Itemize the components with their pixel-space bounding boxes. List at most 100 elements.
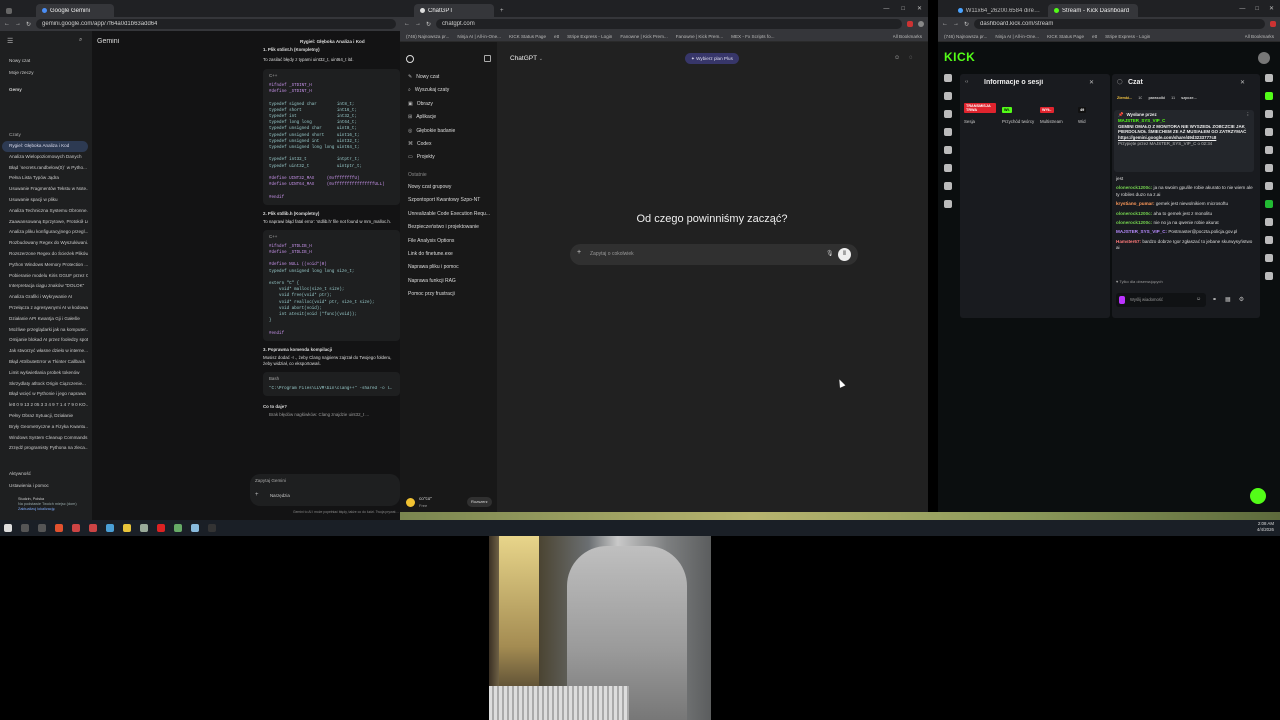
- forward-icon[interactable]: →: [15, 21, 21, 27]
- link-icon[interactable]: [944, 92, 952, 100]
- chat-username[interactable]: MAJSTER_SYS_VIP_C:: [1116, 229, 1167, 234]
- upgrade-plus-button[interactable]: ✦ Wybierz plan Plus: [685, 53, 739, 64]
- sidebar-chat-item[interactable]: Usuwanie spacji w pliku: [2, 195, 88, 206]
- kick-tab-directory[interactable]: W11x64_26200.6584 directory: [952, 4, 1048, 17]
- recent-chat-item[interactable]: Link do finetune.exe: [402, 248, 496, 261]
- gemini-tab[interactable]: Google Gemini: [36, 4, 114, 17]
- search-icon[interactable]: ⌕: [79, 37, 82, 44]
- sidebar-chat-item[interactable]: Limit wyświetlania probek tokenów: [2, 368, 88, 379]
- chatgpt-nav-item[interactable]: ⌘ Codex: [402, 138, 496, 151]
- export-icon[interactable]: [944, 200, 952, 208]
- share-icon[interactable]: [1265, 272, 1273, 280]
- sidebar-chat-item[interactable]: Pełna Lista Typów Jądra: [2, 173, 88, 184]
- bookmark-item[interactable]: Fanowne | Kick Prem...: [676, 34, 723, 39]
- recent-chat-item[interactable]: Bezpieczeństwo i projektowanie: [402, 221, 496, 234]
- chatgpt-nav-item[interactable]: ✎ Nowy czat: [402, 71, 496, 84]
- files-icon[interactable]: [38, 524, 46, 532]
- sidebar-chat-item[interactable]: Błąd `secrets.randbelow(0)` w Pytho...: [2, 163, 88, 174]
- tools-icon[interactable]: [944, 164, 952, 172]
- recent-chat-item[interactable]: Nowy czat grupowy: [402, 181, 496, 194]
- kick-avatar[interactable]: [1258, 52, 1270, 64]
- back-icon[interactable]: ←: [404, 21, 410, 27]
- chat-tab[interactable]: szpcze...: [1181, 96, 1197, 104]
- recent-chat-item[interactable]: Unrealizable Code Execution Requ...: [402, 208, 496, 221]
- people-icon[interactable]: [1265, 146, 1273, 154]
- close-panel-icon[interactable]: [1265, 128, 1273, 136]
- app-icon[interactable]: [89, 524, 97, 532]
- gems-header[interactable]: Gemy: [2, 85, 90, 96]
- forward-icon[interactable]: →: [953, 21, 959, 27]
- model-selector[interactable]: ChatGPT ⌄: [510, 55, 543, 62]
- all-bookmarks-button[interactable]: All Bookmarks: [1245, 34, 1274, 39]
- link-icon[interactable]: ⚭: [1212, 296, 1217, 303]
- bookmark-item[interactable]: Ninja AI | All-in-One...: [457, 34, 501, 39]
- chrome-icon[interactable]: [123, 524, 131, 532]
- sidebar-toggle-icon[interactable]: [484, 55, 491, 62]
- settings-icon[interactable]: [1265, 182, 1273, 190]
- layout-icon[interactable]: [1265, 110, 1273, 118]
- sidebar-chat-item[interactable]: Pełny Obraz Sytuacji, Działanie: [2, 411, 88, 422]
- brave-icon[interactable]: [55, 524, 63, 532]
- upgrade-small-button[interactable]: Rozszerz: [467, 497, 492, 507]
- sidebar-chat-item[interactable]: Jak stworzyć własne dzieło w interne...: [2, 346, 88, 357]
- recent-chat-item[interactable]: Pomoc przy frustracji: [402, 288, 496, 301]
- chatgpt-url-field[interactable]: chatgpt.com: [436, 19, 902, 29]
- chatgpt-nav-item[interactable]: ◎ Głębokie badanie: [402, 125, 496, 138]
- extension-icon[interactable]: [1270, 21, 1276, 27]
- openai-logo-icon[interactable]: [406, 55, 414, 63]
- sidebar-chat-item[interactable]: Python Windows Memory Protection ...: [2, 260, 88, 271]
- sidebar-chat-item[interactable]: Pobieranie modelu Kiris GGUF przez C...: [2, 271, 88, 282]
- bookmark-item[interactable]: MEX - Fx Scripts fo...: [731, 34, 774, 39]
- add-icon[interactable]: +: [255, 492, 259, 498]
- minimize-icon[interactable]: —: [883, 6, 889, 12]
- close-chat-icon[interactable]: ✕: [1240, 79, 1245, 86]
- bookmark-item[interactable]: (746) Najnowsza pr...: [406, 34, 449, 39]
- kick-logo[interactable]: KICK: [944, 50, 975, 64]
- bookmark-item[interactable]: KICK Status Page: [1047, 34, 1084, 39]
- account-icon[interactable]: ☺: [894, 55, 900, 61]
- info-icon[interactable]: [1265, 74, 1273, 82]
- close-icon[interactable]: ✕: [1269, 5, 1274, 12]
- search-icon[interactable]: [21, 524, 29, 532]
- bolt-icon[interactable]: [1265, 164, 1273, 172]
- maximize-icon[interactable]: □: [1255, 6, 1259, 12]
- bookmark-item[interactable]: Fanowne | Kick Prem...: [620, 34, 667, 39]
- stream-icon[interactable]: [944, 74, 952, 82]
- profile-icon[interactable]: [918, 21, 924, 27]
- gemini-url-field[interactable]: gemini.google.com/app/7f64a0d1b63add64: [36, 19, 396, 29]
- sidebar-chat-item[interactable]: Interpretacja ciągu znaków "DOLOK": [2, 281, 88, 292]
- forward-icon[interactable]: →: [415, 21, 421, 27]
- chatgpt-user-menu[interactable]: co"co" Free Rozszerz: [406, 494, 494, 510]
- add-attachment-icon[interactable]: +: [577, 249, 581, 256]
- reload-icon[interactable]: ↻: [426, 21, 431, 28]
- sidebar-chat-item[interactable]: Zaawansowaną Eprzytowe, Protokół Lu...: [2, 217, 88, 228]
- users-icon[interactable]: [944, 182, 952, 190]
- tools-button[interactable]: Narzędzia: [270, 493, 290, 498]
- app-icon[interactable]: [174, 524, 182, 532]
- sidebar-chat-item[interactable]: Rozbudowany Regex do Wyszukiwani...: [2, 238, 88, 249]
- chat-username[interactable]: olonerock1200c:: [1116, 185, 1152, 190]
- reload-icon[interactable]: ↻: [26, 21, 31, 28]
- new-chat-button[interactable]: Nowy czat: [2, 56, 90, 67]
- split-icon[interactable]: [1265, 218, 1273, 226]
- sidebar-chat-item[interactable]: Analiza Grafiki i Wykrywanie AI: [2, 292, 88, 303]
- voice-mode-button[interactable]: ⦀: [838, 248, 851, 261]
- opera-icon[interactable]: [157, 524, 165, 532]
- bookmark-item[interactable]: KICK Status Page: [509, 34, 546, 39]
- chat-tab[interactable]: parasolki: [1148, 96, 1165, 104]
- back-icon[interactable]: ←: [4, 21, 10, 27]
- chat-username[interactable]: Hamster67:: [1116, 239, 1141, 244]
- bookmark-item[interactable]: Ninja AI | All-in-One...: [995, 34, 1039, 39]
- sidebar-chat-item[interactable]: Skrzydlaty atltock Origin Ciązczenie...: [2, 379, 88, 390]
- chat-settings-icon[interactable]: [944, 110, 952, 118]
- terminal-icon[interactable]: [208, 524, 216, 532]
- sidebar-chat-item[interactable]: Błąd AttributeError w Tkinter Callback: [2, 357, 88, 368]
- recent-chat-item[interactable]: Szpontoport Kwantowy Szpo-NT: [402, 194, 496, 207]
- notepad-icon[interactable]: [191, 524, 199, 532]
- kick-tab-dashboard[interactable]: Stream - Kick Dashboard: [1048, 4, 1138, 17]
- all-bookmarks-button[interactable]: All Bookmarks: [893, 34, 922, 39]
- chat-tab[interactable]: 11: [1171, 96, 1175, 104]
- recent-chat-item[interactable]: File Analysis Options: [402, 235, 496, 248]
- settings-button[interactable]: Ustawienia i pomoc: [2, 481, 90, 492]
- monitor-icon[interactable]: [944, 146, 952, 154]
